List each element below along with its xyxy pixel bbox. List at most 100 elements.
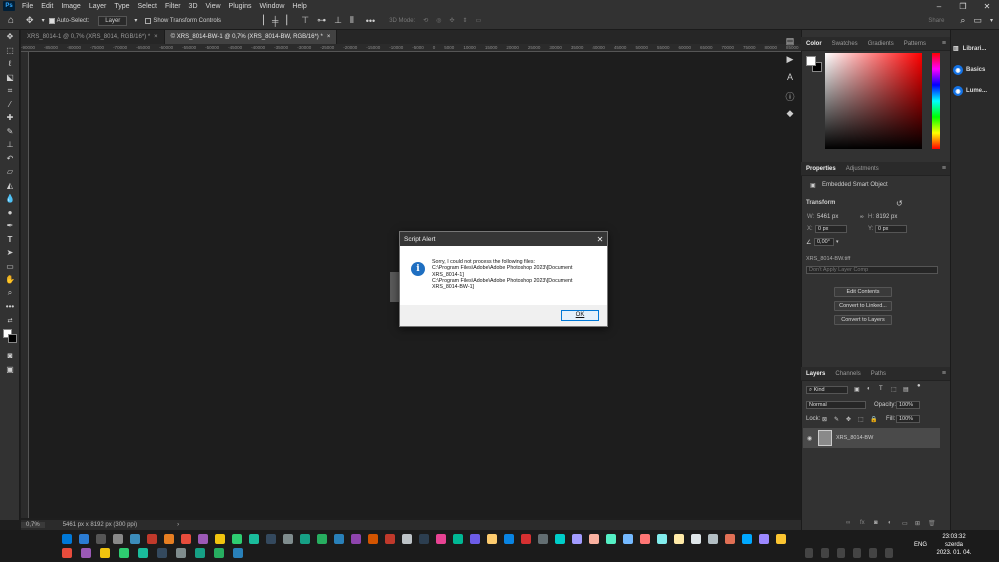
move-tool-icon[interactable]: ✥ xyxy=(26,15,34,26)
taskbar-app-icon[interactable] xyxy=(572,534,582,544)
filter-pixel-icon[interactable]: ▣ xyxy=(854,386,860,393)
chevron-down-icon[interactable]: ▾ xyxy=(836,239,839,245)
reset-transform-icon[interactable]: ↺ xyxy=(896,199,903,208)
convert-to-linked-button[interactable]: Convert to Linked... xyxy=(834,301,892,311)
tab-xrs-8014-1[interactable]: XRS_8014-1 @ 0,7% (XRS_8014, RGB/16*) * × xyxy=(21,30,165,44)
hand-tool-icon[interactable]: ✋ xyxy=(0,273,20,287)
menu-window[interactable]: Window xyxy=(256,3,289,10)
layer-style-icon[interactable]: fx xyxy=(860,520,865,526)
more-options-icon[interactable]: ••• xyxy=(366,16,375,26)
opacity-input[interactable]: 100% xyxy=(896,401,920,409)
taskbar-app-icon[interactable] xyxy=(147,534,157,544)
close-icon[interactable]: ✕ xyxy=(593,235,607,244)
align-right-icon[interactable]: ▏ xyxy=(286,15,293,26)
task-view-icon[interactable] xyxy=(43,541,53,551)
taskbar-app-icon[interactable] xyxy=(725,534,735,544)
fill-input[interactable]: 100% xyxy=(896,415,920,423)
system-tray-icon[interactable] xyxy=(853,548,861,558)
close-icon[interactable]: × xyxy=(327,34,331,40)
adjustment-layer-icon[interactable]: ◐ xyxy=(888,520,892,526)
eyedropper-tool-icon[interactable]: ⁄ xyxy=(0,98,20,112)
taskbar-app-icon[interactable] xyxy=(138,548,148,558)
path-select-tool-icon[interactable]: ➤ xyxy=(0,246,20,260)
align-middle-icon[interactable]: ⊶ xyxy=(317,15,326,26)
link-icon[interactable]: ∞ xyxy=(860,214,864,220)
chevron-right-icon[interactable]: › xyxy=(177,522,179,528)
filter-shape-icon[interactable]: ⬚ xyxy=(891,386,897,393)
taskbar-app-icon[interactable] xyxy=(742,534,752,544)
lock-all-icon[interactable]: 🔒 xyxy=(870,416,877,423)
info-panel-icon[interactable]: ⓘ xyxy=(780,90,800,108)
taskbar-app-icon[interactable] xyxy=(283,534,293,544)
layer-name[interactable]: XRS_8014-BW xyxy=(836,435,873,441)
menu-3d[interactable]: 3D xyxy=(185,3,202,10)
system-tray-icon[interactable] xyxy=(885,548,893,558)
more-tools-icon[interactable]: ••• xyxy=(0,300,20,314)
align-left-icon[interactable]: ▕ xyxy=(257,15,264,26)
taskbar-app-icon[interactable] xyxy=(674,534,684,544)
character-panel-icon[interactable]: A xyxy=(780,72,800,90)
rectangle-tool-icon[interactable]: ▭ xyxy=(0,260,20,274)
taskbar-app-icon[interactable] xyxy=(79,534,89,544)
blur-tool-icon[interactable]: 💧 xyxy=(0,192,20,206)
new-group-icon[interactable]: ▭ xyxy=(902,520,908,527)
workspace-icon[interactable]: ▭ xyxy=(973,15,982,26)
taskbar-app-icon[interactable] xyxy=(215,534,225,544)
screen-mode-icon[interactable]: ▣ xyxy=(0,363,20,377)
move-tool-icon[interactable]: ✥ xyxy=(0,30,20,44)
actions-play-icon[interactable]: ▶ xyxy=(780,54,800,72)
taskbar-app-icon[interactable] xyxy=(640,534,650,544)
taskbar-app-icon[interactable] xyxy=(759,534,769,544)
taskbar-app-icon[interactable] xyxy=(351,534,361,544)
taskbar-app-icon[interactable] xyxy=(691,534,701,544)
taskbar-app-icon[interactable] xyxy=(317,534,327,544)
convert-to-layers-button[interactable]: Convert to Layers xyxy=(834,315,892,325)
taskbar-app-icon[interactable] xyxy=(62,548,72,558)
menu-edit[interactable]: Edit xyxy=(37,3,57,10)
share-button[interactable]: Share xyxy=(928,18,944,24)
basics-button[interactable]: ◉ Basics xyxy=(953,65,985,75)
lock-transparent-icon[interactable]: ⊠ xyxy=(822,416,827,423)
hue-slider[interactable] xyxy=(932,53,940,149)
system-tray-icon[interactable] xyxy=(869,548,877,558)
object-select-tool-icon[interactable]: ⬕ xyxy=(0,71,20,85)
taskbar-app-icon[interactable] xyxy=(176,548,186,558)
taskbar-app-icon[interactable] xyxy=(708,534,718,544)
taskbar-app-icon[interactable] xyxy=(606,534,616,544)
libraries-button[interactable]: ▥ Librari... xyxy=(953,45,986,53)
auto-select-checkbox[interactable] xyxy=(48,17,55,24)
menu-filter[interactable]: Filter xyxy=(161,3,185,10)
ok-button[interactable]: OK xyxy=(561,310,599,321)
taskbar-app-icon[interactable] xyxy=(119,548,129,558)
taskbar-clock[interactable]: 23:03:32 szerda 2023. 01. 04. xyxy=(925,533,983,557)
lasso-tool-icon[interactable]: ℓ xyxy=(0,57,20,71)
chevron-down-icon[interactable]: ▾ xyxy=(42,17,45,24)
taskbar-app-icon[interactable] xyxy=(623,534,633,544)
taskbar-app-icon[interactable] xyxy=(657,534,667,544)
eye-visibility-icon[interactable]: ◉ xyxy=(807,435,812,442)
lock-pixels-icon[interactable]: ✎ xyxy=(834,416,839,423)
taskbar-app-icon[interactable] xyxy=(402,534,412,544)
minimize-icon[interactable]: – xyxy=(927,0,951,12)
blend-mode-dropdown[interactable]: Normal xyxy=(806,401,866,409)
tab-color[interactable]: Color xyxy=(801,41,827,47)
menu-type[interactable]: Type xyxy=(110,3,133,10)
stamp-tool-icon[interactable]: ⊥ xyxy=(0,138,20,152)
quick-mask-icon[interactable]: ◙ xyxy=(0,349,20,363)
system-tray-icon[interactable] xyxy=(821,548,829,558)
taskbar-app-icon[interactable] xyxy=(195,548,205,558)
type-tool-icon[interactable]: T xyxy=(0,233,20,247)
foreground-color-swatch[interactable] xyxy=(806,56,816,66)
taskbar-app-icon[interactable] xyxy=(436,534,446,544)
paint-bucket-tool-icon[interactable]: ◭ xyxy=(0,179,20,193)
color-picker-field[interactable] xyxy=(825,53,922,149)
taskbar-app-icon[interactable] xyxy=(521,534,531,544)
taskbar-app-icon[interactable] xyxy=(555,534,565,544)
system-tray-icon[interactable] xyxy=(837,548,845,558)
taskbar-app-icon[interactable] xyxy=(504,534,514,544)
history-panel-icon[interactable]: ▤ xyxy=(780,36,800,54)
pen-tool-icon[interactable]: ✒ xyxy=(0,219,20,233)
taskbar-app-icon[interactable] xyxy=(181,534,191,544)
brush-tool-icon[interactable]: ✎ xyxy=(0,125,20,139)
panel-menu-icon[interactable]: ≡ xyxy=(942,370,946,377)
